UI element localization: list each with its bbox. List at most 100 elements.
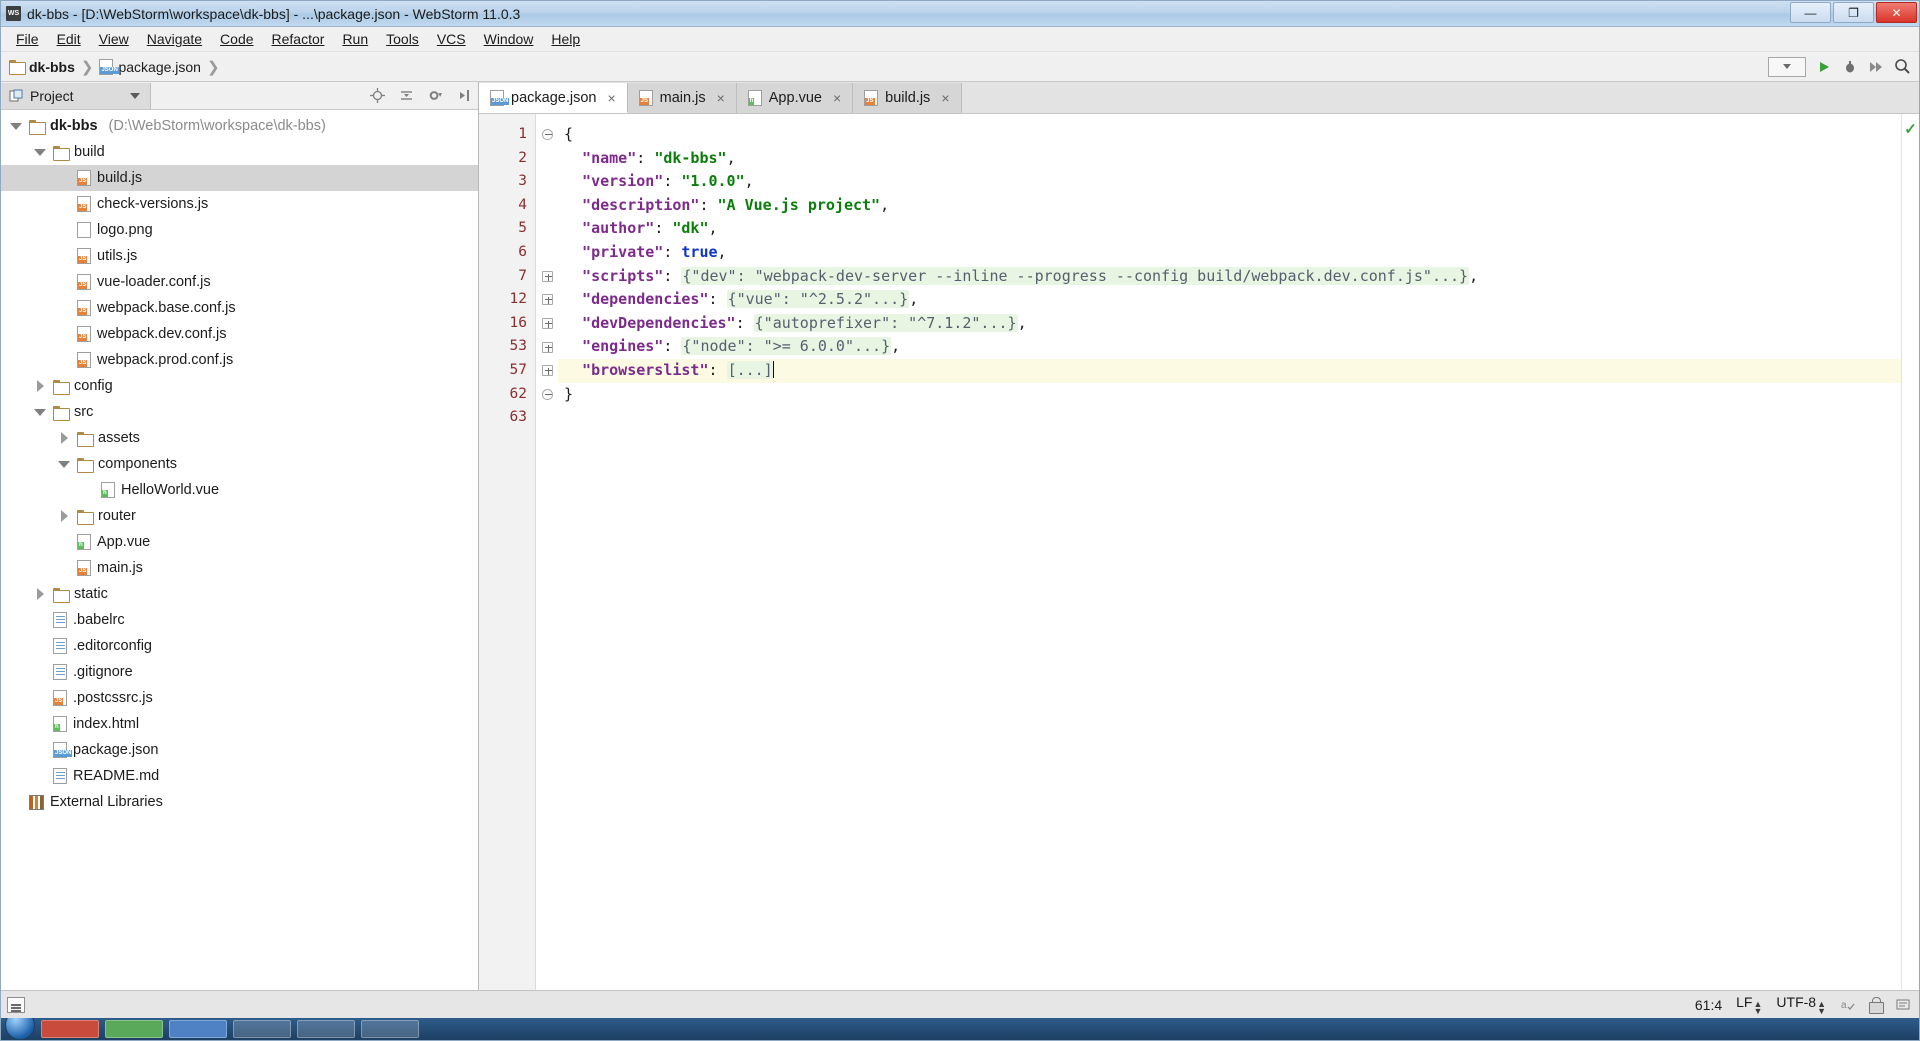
menu-item-window[interactable]: Window <box>475 29 543 49</box>
chevron-down-icon[interactable] <box>9 122 23 130</box>
menu-item-refactor[interactable]: Refactor <box>263 29 334 49</box>
fold-cell[interactable] <box>536 123 558 147</box>
editor-tab[interactable]: JS main.js × <box>627 83 737 113</box>
code-line[interactable]: "engines": {"node": ">= 6.0.0"...}, <box>558 335 1901 359</box>
run-configuration-selector[interactable] <box>1768 56 1806 77</box>
menu-item-run[interactable]: Run <box>333 29 377 49</box>
chevron-down-icon[interactable] <box>33 148 47 156</box>
code-line[interactable]: "browserslist": [...] <box>558 358 1901 383</box>
close-icon[interactable]: × <box>607 90 615 106</box>
code-content[interactable]: { "name": "dk-bbs", "version": "1.0.0", … <box>558 114 1901 990</box>
spellcheck-icon[interactable]: a <box>1840 997 1855 1012</box>
fold-cell[interactable] <box>536 335 558 359</box>
tree-node[interactable]: assets <box>1 425 478 451</box>
tree-node[interactable]: README.md <box>1 763 478 789</box>
chevron-down-icon[interactable] <box>57 460 71 468</box>
tree-node[interactable]: h HelloWorld.vue <box>1 477 478 503</box>
tree-node[interactable]: JS build.js <box>1 165 478 191</box>
tree-node[interactable]: src <box>1 399 478 425</box>
taskbar-item-6[interactable] <box>361 1020 419 1038</box>
tree-node[interactable]: components <box>1 451 478 477</box>
tree-node[interactable]: build <box>1 139 478 165</box>
collapse-fold-icon[interactable] <box>541 129 553 141</box>
close-icon[interactable]: × <box>717 90 725 106</box>
collapse-all-icon[interactable] <box>399 88 414 103</box>
menu-item-vcs[interactable]: VCS <box>428 29 475 49</box>
chevron-down-icon[interactable] <box>130 92 140 99</box>
chevron-right-icon[interactable] <box>57 432 71 444</box>
expand-fold-icon[interactable] <box>541 294 553 306</box>
event-log-icon[interactable] <box>1896 998 1911 1012</box>
code-line[interactable] <box>558 406 1901 430</box>
editor-tab[interactable]: h App.vue × <box>736 83 854 113</box>
chevron-down-icon[interactable] <box>33 408 47 416</box>
inspection-marker-strip[interactable]: ✓ <box>1901 114 1919 990</box>
start-button-icon[interactable] <box>5 1018 35 1040</box>
expand-fold-icon[interactable] <box>541 270 553 282</box>
tree-node[interactable]: JS webpack.base.conf.js <box>1 295 478 321</box>
menu-item-view[interactable]: View <box>90 29 138 49</box>
run-icon[interactable] <box>1816 59 1832 75</box>
maximize-button[interactable]: ❐ <box>1833 2 1874 23</box>
caret-position-label[interactable]: 61:4 <box>1695 997 1722 1013</box>
minimize-button[interactable]: — <box>1790 2 1831 23</box>
breadcrumb-project[interactable]: dk-bbs <box>9 59 75 75</box>
code-line[interactable]: "description": "A Vue.js project", <box>558 194 1901 218</box>
expand-fold-icon[interactable] <box>541 341 553 353</box>
editor-tab[interactable]: JSON package.json × <box>479 83 628 113</box>
tree-node[interactable]: logo.png <box>1 217 478 243</box>
tree-node[interactable]: .gitignore <box>1 659 478 685</box>
tree-node[interactable]: JS utils.js <box>1 243 478 269</box>
expand-fold-icon[interactable] <box>541 318 553 330</box>
taskbar-item-5[interactable] <box>297 1020 355 1038</box>
fold-cell[interactable] <box>536 383 558 407</box>
debug-icon[interactable] <box>1842 59 1858 75</box>
tree-node[interactable]: dk-bbs (D:\WebStorm\workspace\dk-bbs) <box>1 113 478 139</box>
menu-item-file[interactable]: File <box>7 29 48 49</box>
fold-cell[interactable] <box>536 359 558 383</box>
taskbar-item-4[interactable] <box>233 1020 291 1038</box>
tree-node[interactable]: JS webpack.dev.conf.js <box>1 321 478 347</box>
menu-item-help[interactable]: Help <box>542 29 589 49</box>
chevron-right-icon[interactable] <box>33 588 47 600</box>
code-line[interactable]: "private": true, <box>558 241 1901 265</box>
tree-node[interactable]: static <box>1 581 478 607</box>
tree-node[interactable]: JS .postcssrc.js <box>1 685 478 711</box>
toggle-sidebar-icon[interactable] <box>7 996 25 1013</box>
menu-item-tools[interactable]: Tools <box>377 29 428 49</box>
code-line[interactable]: "scripts": {"dev": "webpack-dev-server -… <box>558 265 1901 289</box>
tree-node[interactable]: .editorconfig <box>1 633 478 659</box>
code-line[interactable]: "dependencies": {"vue": "^2.5.2"...}, <box>558 288 1901 312</box>
taskbar-item-2[interactable] <box>105 1020 163 1038</box>
code-line[interactable]: "devDependencies": {"autoprefixer": "^7.… <box>558 312 1901 336</box>
menu-item-navigate[interactable]: Navigate <box>138 29 211 49</box>
chevron-right-icon[interactable] <box>33 380 47 392</box>
lock-icon[interactable] <box>1869 997 1884 1014</box>
fold-cell[interactable] <box>536 288 558 312</box>
code-folding-strip[interactable] <box>536 114 558 990</box>
code-line[interactable]: "name": "dk-bbs", <box>558 147 1901 171</box>
tree-node[interactable]: JS check-versions.js <box>1 191 478 217</box>
tree-node[interactable]: h index.html <box>1 711 478 737</box>
tree-node[interactable]: router <box>1 503 478 529</box>
taskbar-item-1[interactable] <box>41 1020 99 1038</box>
close-icon[interactable]: × <box>833 90 841 106</box>
chevron-right-icon[interactable] <box>57 510 71 522</box>
breadcrumb-file[interactable]: JSON package.json <box>99 58 201 75</box>
expand-fold-icon[interactable] <box>541 365 553 377</box>
fold-cell[interactable] <box>536 312 558 336</box>
fold-cell[interactable] <box>536 265 558 289</box>
menu-item-code[interactable]: Code <box>211 29 262 49</box>
hide-panel-icon[interactable] <box>457 88 472 103</box>
coverage-icon[interactable] <box>1868 59 1884 75</box>
collapse-fold-icon[interactable] <box>541 388 553 400</box>
settings-gear-icon[interactable] <box>428 88 443 103</box>
close-button[interactable]: ✕ <box>1876 2 1917 23</box>
code-line[interactable]: { <box>558 123 1901 147</box>
search-icon[interactable] <box>1894 58 1911 75</box>
editor-tab[interactable]: JS build.js × <box>853 83 962 113</box>
code-editor[interactable]: 1 2 3 4 5 6 7 12 16 53 57 62 63 { "name": "dk-bbs", … <box>479 114 1919 990</box>
close-icon[interactable]: × <box>941 90 949 106</box>
tree-node[interactable]: JS webpack.prod.conf.js <box>1 347 478 373</box>
tree-node[interactable]: h App.vue <box>1 529 478 555</box>
